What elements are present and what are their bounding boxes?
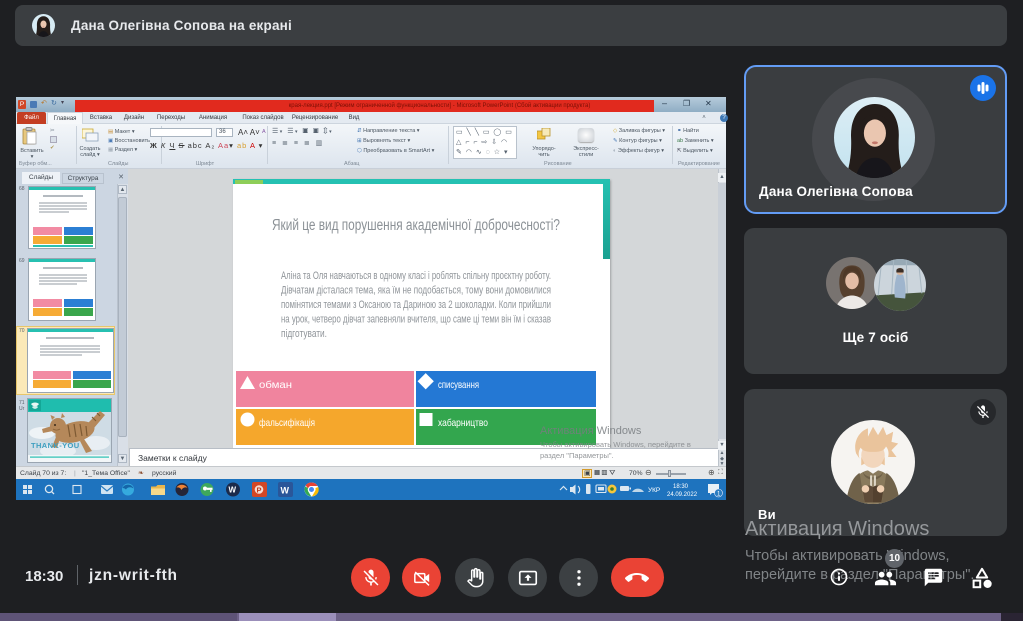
svg-text:Який це вид порушення академіч: Який це вид порушення академічної доброч… [272, 217, 560, 234]
svg-text:помінятися темами з Оксаною та: помінятися темами з Оксаною та Дариною з… [281, 299, 551, 311]
svg-text:W: W [281, 486, 290, 496]
svg-text:хабарництво: хабарництво [438, 417, 488, 429]
svg-text:24.09.2022: 24.09.2022 [667, 492, 698, 498]
svg-text:THANK-YOU: THANK-YOU [31, 441, 80, 450]
svg-text:на урок, четверо дівчат запевн: на урок, четверо дівчат запевняли вчител… [281, 314, 551, 326]
svg-text:Дівчатам дісталася тема, як: Дівчатам дісталася тема, яка їм не подоб… [281, 285, 551, 297]
svg-text:P: P [257, 486, 262, 495]
svg-text:фальсифікація: фальсифікація [259, 417, 315, 429]
svg-text:списування: списування [438, 379, 479, 391]
svg-text:УКР: УКР [648, 487, 660, 494]
svg-text:обман: обман [259, 379, 292, 391]
svg-text:підготувати.: підготувати. [281, 328, 327, 340]
svg-text:Аліна та Оля навчаються в одно: Аліна та Оля навчаються в одному класі і… [281, 270, 551, 282]
svg-text:18:30: 18:30 [673, 484, 689, 490]
svg-text:W: W [229, 486, 237, 495]
